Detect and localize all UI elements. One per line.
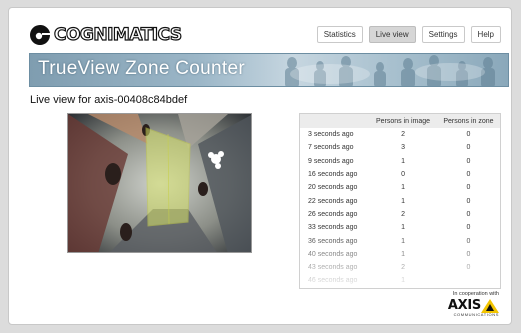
partner-label: In cooperation with — [452, 291, 499, 297]
row-time: 46 seconds ago — [308, 277, 358, 285]
row-image-count: 1 — [401, 277, 405, 285]
row-time: 33 seconds ago — [308, 224, 358, 232]
page-card: COGNIMATICS Statistics Live view Setting… — [8, 7, 512, 325]
row-zone-count: 0 — [466, 224, 471, 232]
camera-fisheye-image — [68, 114, 251, 252]
row-time: 26 seconds ago — [308, 210, 358, 218]
header-banner: TrueView Zone Counter — [29, 53, 509, 87]
top-nav: Statistics Live view Settings Help — [316, 26, 501, 43]
table-row: 43 seconds ago 2 0 — [300, 261, 500, 274]
axis-logo: AXIS — [448, 298, 499, 313]
row-time: 36 seconds ago — [308, 237, 358, 245]
row-zone-count: 0 — [466, 157, 471, 165]
table-row: 26 seconds ago 2 0 — [300, 208, 500, 221]
axis-logo-text: AXIS — [447, 298, 481, 313]
table-row: 9 seconds ago 1 0 — [300, 155, 500, 168]
row-time: 16 seconds ago — [308, 171, 358, 179]
row-zone-count: 0 — [466, 264, 471, 272]
row-time: 9 seconds ago — [308, 157, 354, 165]
logo-text: COGNIMATICS — [53, 24, 182, 45]
row-time: 43 seconds ago — [308, 264, 358, 272]
row-image-count: 1 — [401, 157, 405, 165]
row-image-count: 0 — [401, 171, 405, 179]
nav-settings-button[interactable]: Settings — [421, 26, 465, 43]
table-row: 36 seconds ago 1 0 — [300, 234, 500, 247]
row-zone-count: 0 — [466, 144, 471, 152]
row-time: 7 seconds ago — [308, 144, 354, 152]
detections-table: Persons in image Persons in zone 3 secon… — [299, 113, 501, 289]
nav-statistics-button[interactable]: Statistics — [316, 26, 363, 43]
row-zone-count: 0 — [466, 250, 471, 258]
header-persons-in-image: Persons in image — [369, 114, 437, 128]
nav-help-button[interactable]: Help — [470, 26, 501, 43]
row-time: 3 seconds ago — [308, 131, 354, 139]
header-persons-in-zone: Persons in zone — [436, 114, 500, 128]
row-zone-count: 0 — [466, 197, 471, 205]
row-time: 20 seconds ago — [308, 184, 358, 192]
table-row: 3 seconds ago 2 0 — [300, 128, 500, 141]
table-row: 46 seconds ago 1 — [300, 274, 500, 287]
table-row: 33 seconds ago 1 0 — [300, 221, 500, 234]
row-image-count: 2 — [401, 264, 405, 272]
axis-triangle-icon — [481, 298, 499, 313]
row-zone-count: 0 — [466, 210, 471, 218]
table-row: 16 seconds ago 0 0 — [300, 168, 500, 181]
row-image-count: 1 — [401, 184, 405, 192]
table-row: 20 seconds ago 1 0 — [300, 181, 500, 194]
row-image-count: 1 — [401, 237, 405, 245]
nav-live-view-button[interactable]: Live view — [368, 26, 416, 43]
cognimatics-logo: COGNIMATICS — [29, 24, 183, 46]
row-image-count: 1 — [401, 197, 405, 205]
header-time — [300, 114, 370, 128]
page-title: Live view for axis-00408c84bdef — [30, 94, 188, 106]
row-image-count: 2 — [401, 131, 405, 139]
row-zone-count — [437, 274, 500, 287]
cognimatics-logo-icon — [30, 24, 50, 45]
table-row: 7 seconds ago 3 0 — [300, 141, 500, 154]
partner-logo: In cooperation with AXIS COMMUNICATIONS — [448, 291, 499, 317]
banner-title: TrueView Zone Counter — [38, 58, 245, 79]
table-row: 40 seconds ago 1 0 — [300, 248, 500, 261]
row-image-count: 1 — [401, 250, 405, 258]
row-image-count: 3 — [401, 144, 405, 152]
row-image-count: 2 — [401, 210, 405, 218]
camera-live-view[interactable] — [67, 113, 252, 253]
axis-logo-subtitle: COMMUNICATIONS — [453, 312, 499, 317]
row-zone-count: 0 — [466, 184, 471, 192]
row-zone-count: 0 — [466, 131, 471, 139]
row-zone-count: 0 — [466, 237, 471, 245]
row-zone-count: 0 — [466, 171, 471, 179]
table-row: 22 seconds ago 1 0 — [300, 194, 500, 207]
row-time: 40 seconds ago — [308, 250, 358, 258]
row-image-count: 1 — [401, 224, 405, 232]
row-time: 22 seconds ago — [308, 197, 358, 205]
table-header-row: Persons in image Persons in zone — [300, 114, 500, 128]
